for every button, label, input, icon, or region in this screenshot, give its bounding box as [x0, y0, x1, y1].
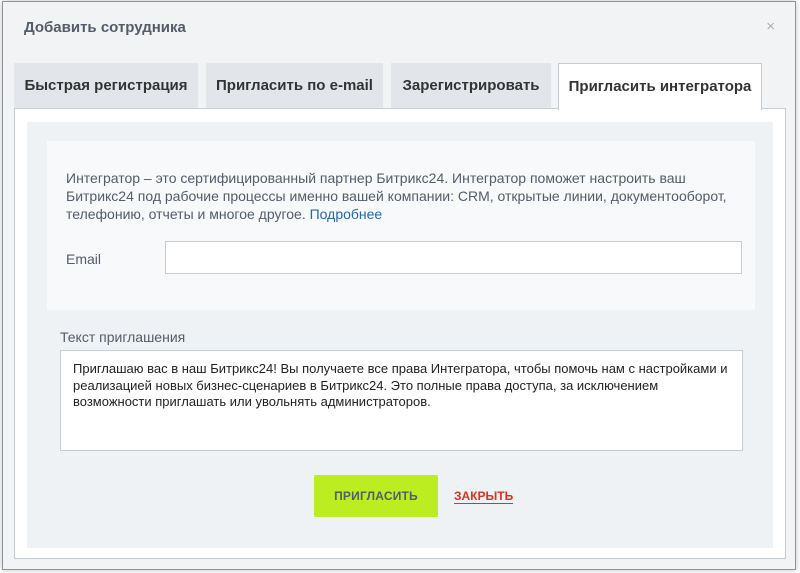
- invitation-text-label: Текст приглашения: [60, 329, 186, 345]
- email-input[interactable]: [165, 241, 742, 274]
- info-box: Интегратор – это сертифицированный партн…: [47, 141, 755, 310]
- more-link[interactable]: Подробнее: [310, 206, 383, 222]
- tab-register[interactable]: Зарегистрировать: [391, 63, 551, 108]
- tab-quick-registration[interactable]: Быстрая регистрация: [14, 63, 198, 108]
- form-container: Интегратор – это сертифицированный партн…: [27, 122, 773, 548]
- invite-button[interactable]: ПРИГЛАСИТЬ: [314, 475, 438, 517]
- close-button[interactable]: ЗАКРЫТЬ: [454, 489, 514, 504]
- integrator-description: Интегратор – это сертифицированный партн…: [66, 169, 736, 223]
- dialog-title: Добавить сотрудника: [24, 19, 186, 36]
- integrator-description-text: Интегратор – это сертифицированный партн…: [66, 170, 727, 222]
- invitation-textarea[interactable]: Приглашаю вас в наш Битрикс24! Вы получа…: [60, 350, 743, 451]
- tab-invite-integrator[interactable]: Пригласить интегратора: [558, 63, 762, 110]
- close-icon[interactable]: ×: [766, 19, 775, 35]
- email-label: Email: [66, 251, 102, 267]
- tab-invite-by-email[interactable]: Пригласить по e-mail: [206, 63, 383, 108]
- add-employee-dialog: Добавить сотрудника × Быстрая регистраци…: [2, 1, 796, 570]
- tab-panel-invite-integrator: Интегратор – это сертифицированный партн…: [14, 108, 786, 559]
